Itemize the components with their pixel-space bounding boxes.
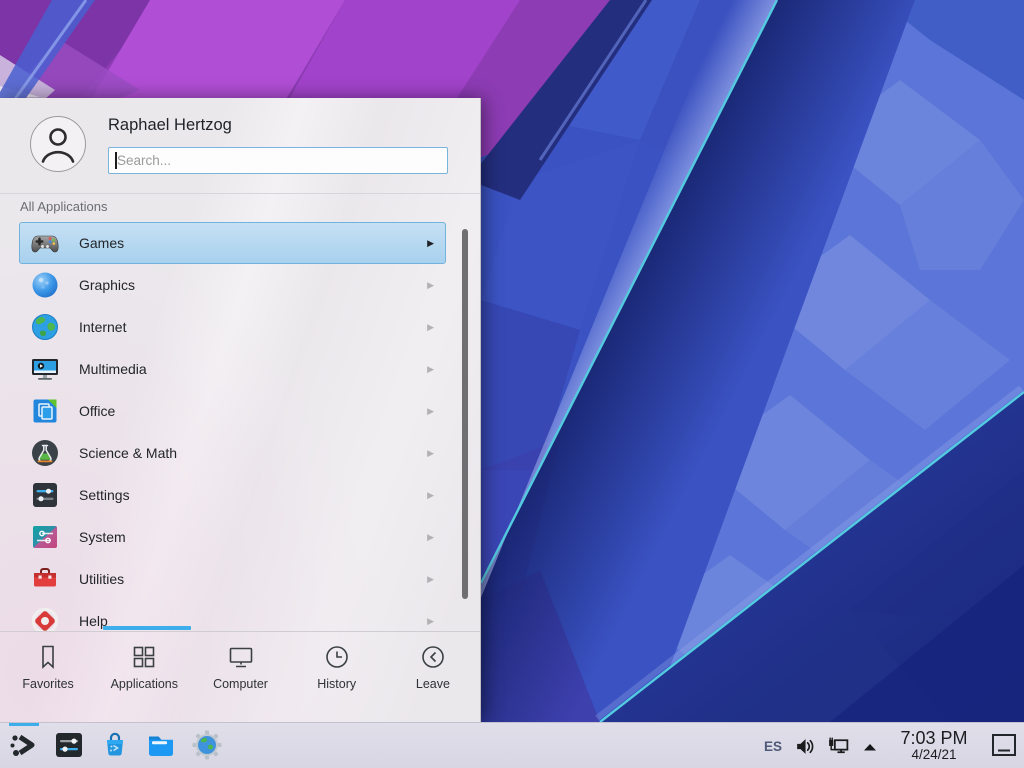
web-browser-button[interactable] (191, 729, 223, 761)
submenu-arrow-icon: ▶ (427, 574, 434, 585)
category-item-multimedia[interactable]: Multimedia ▶ (19, 348, 446, 390)
category-label: Internet (79, 319, 126, 335)
tab-leave[interactable]: Leave (385, 632, 481, 722)
scrollbar[interactable] (462, 229, 468, 599)
tab-applications[interactable]: Applications (96, 632, 192, 722)
games-icon (29, 227, 61, 259)
submenu-arrow-icon: ▶ (427, 448, 434, 459)
submenu-arrow-icon: ▶ (427, 322, 434, 333)
system-icon (29, 521, 61, 553)
tab-label: Computer (213, 677, 268, 691)
tab-history[interactable]: History (289, 632, 385, 722)
computer-icon (227, 643, 255, 671)
system-settings-button[interactable] (53, 729, 85, 761)
text-cursor (115, 152, 117, 169)
konqueror-globe-icon (191, 729, 223, 761)
category-item-settings[interactable]: Settings ▶ (19, 474, 446, 516)
digital-clock[interactable]: 7:03 PM 4/24/21 (890, 729, 978, 762)
launcher-active-indicator (9, 723, 39, 726)
category-label: System (79, 529, 126, 545)
category-item-science-math[interactable]: Science & Math ▶ (19, 432, 446, 474)
discover-bag-icon (99, 729, 131, 761)
file-manager-button[interactable] (145, 729, 177, 761)
header-divider (0, 193, 481, 194)
tab-label: Favorites (22, 677, 73, 691)
submenu-arrow-icon: ▶ (427, 532, 434, 543)
graphics-icon (29, 269, 61, 301)
office-icon (29, 395, 61, 427)
user-avatar[interactable] (29, 115, 87, 173)
submenu-arrow-icon: ▶ (427, 616, 434, 627)
tab-favorites[interactable]: Favorites (0, 632, 96, 722)
launcher-tab-bar: Favorites Applications Computer Hist (0, 632, 481, 722)
category-item-help[interactable]: Help ▶ (19, 600, 446, 631)
desktop[interactable]: Raphael Hertzog All Applications (0, 0, 1024, 768)
discover-button[interactable] (99, 729, 131, 761)
submenu-arrow-icon: ▶ (427, 280, 434, 291)
category-label: Office (79, 403, 115, 419)
history-clock-icon (323, 643, 351, 671)
user-name: Raphael Hertzog (108, 116, 232, 135)
submenu-arrow-icon: ▶ (427, 238, 434, 249)
section-label: All Applications (20, 199, 107, 214)
utilities-icon (29, 563, 61, 595)
internet-icon (29, 311, 61, 343)
user-icon (29, 115, 87, 173)
launcher-button[interactable] (8, 729, 40, 761)
clock-date: 4/24/21 (890, 748, 978, 762)
category-item-system[interactable]: System ▶ (19, 516, 446, 558)
tab-label: Applications (111, 677, 178, 691)
application-launcher-menu: Raphael Hertzog All Applications (0, 98, 481, 722)
category-item-office[interactable]: Office ▶ (19, 390, 446, 432)
volume-icon[interactable] (794, 736, 815, 757)
category-item-graphics[interactable]: Graphics ▶ (19, 264, 446, 306)
submenu-arrow-icon: ▶ (427, 490, 434, 501)
show-desktop-button[interactable] (990, 732, 1018, 760)
category-item-games[interactable]: Games ▶ (19, 222, 446, 264)
science-icon (29, 437, 61, 469)
system-tray: ES 7:03 PM 4/24/21 (764, 723, 1024, 768)
multimedia-icon (29, 353, 61, 385)
dolphin-folder-icon (145, 729, 177, 761)
category-label: Settings (79, 487, 130, 503)
applications-grid-icon (130, 643, 158, 671)
tab-computer[interactable]: Computer (192, 632, 288, 722)
category-item-internet[interactable]: Internet ▶ (19, 306, 446, 348)
kde-launcher-icon (8, 729, 40, 761)
search-input[interactable] (108, 147, 448, 174)
network-icon[interactable] (827, 736, 850, 757)
help-icon (29, 605, 61, 631)
clock-time: 7:03 PM (890, 729, 978, 748)
active-tab-indicator (103, 626, 191, 630)
category-list: Games ▶ Graphics ▶ (0, 222, 481, 631)
category-label: Science & Math (79, 445, 177, 461)
taskbar-panel: ES 7:03 PM 4/24/21 (0, 722, 1024, 768)
category-label: Multimedia (79, 361, 147, 377)
category-label: Utilities (79, 571, 124, 587)
category-item-utilities[interactable]: Utilities ▶ (19, 558, 446, 600)
bookmark-icon (34, 643, 62, 671)
tab-label: History (317, 677, 356, 691)
keyboard-layout-indicator[interactable]: ES (764, 739, 782, 754)
category-label: Graphics (79, 277, 135, 293)
category-label: Games (79, 235, 124, 251)
tab-label: Leave (416, 677, 450, 691)
system-settings-icon (53, 729, 85, 761)
submenu-arrow-icon: ▶ (427, 364, 434, 375)
submenu-arrow-icon: ▶ (427, 406, 434, 417)
settings-icon (29, 479, 61, 511)
expand-tray-arrow-icon[interactable] (862, 738, 878, 754)
leave-icon (419, 643, 447, 671)
